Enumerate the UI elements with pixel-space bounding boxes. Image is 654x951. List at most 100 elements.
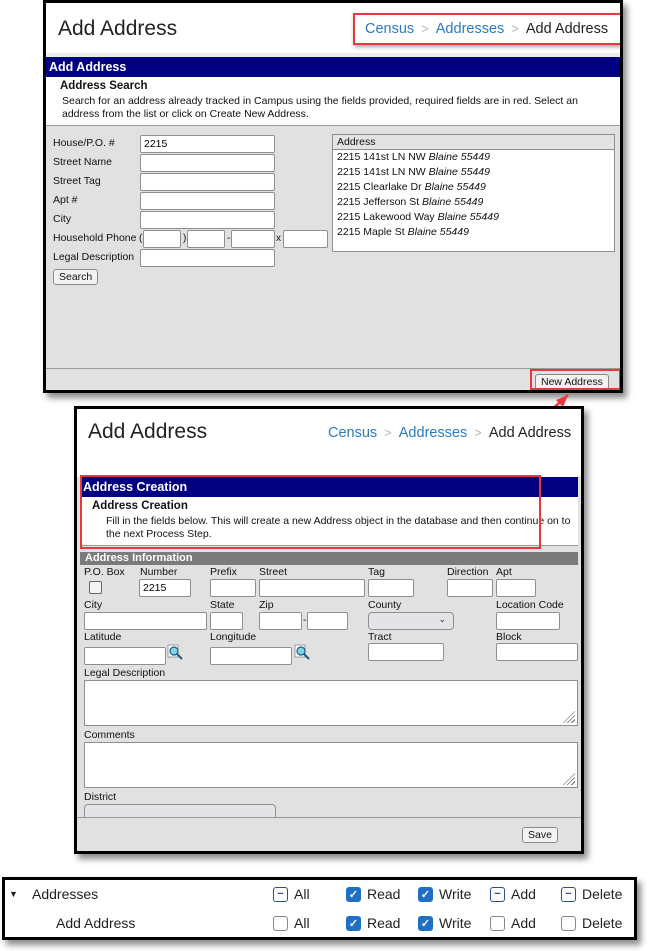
page-header: Add Address Census > Addresses > Add Address <box>46 3 620 57</box>
apt-row: Apt # <box>53 192 323 211</box>
address-search-panel: Add Address Census > Addresses > Add Address… <box>43 0 623 393</box>
prefix-label: Prefix <box>210 566 237 578</box>
house-number-row: House/P.O. # <box>53 135 323 154</box>
location-code-label: Location Code <box>496 599 564 611</box>
search-button[interactable]: Search <box>53 269 99 285</box>
location-code-input[interactable] <box>496 612 560 630</box>
tag-input[interactable] <box>368 579 414 597</box>
street-label: Street <box>259 566 288 578</box>
checked-checkbox-icon[interactable]: ✓ <box>418 886 433 902</box>
breadcrumb-current: Add Address <box>525 21 609 37</box>
house-number-input[interactable] <box>140 135 275 153</box>
breadcrumb-addresses[interactable]: Addresses <box>399 425 468 441</box>
expand-triangle-icon[interactable]: ▼ <box>9 889 18 899</box>
permission-delete[interactable]: Delete <box>561 915 622 931</box>
permission-add[interactable]: Add <box>490 915 536 931</box>
apt-label: Apt # <box>53 194 78 206</box>
phone-ext-input[interactable] <box>283 230 328 248</box>
street-name-input[interactable] <box>140 154 275 172</box>
breadcrumb-census[interactable]: Census <box>328 425 377 441</box>
breadcrumb-census[interactable]: Census <box>365 21 414 37</box>
breadcrumb-addresses[interactable]: Addresses <box>436 21 505 37</box>
street-name-row: Street Name <box>53 154 323 173</box>
permission-read[interactable]: ✓ Read <box>346 886 400 902</box>
prefix-input[interactable] <box>210 579 256 597</box>
permission-all[interactable]: All <box>273 915 310 931</box>
apt-label: Apt <box>496 566 512 578</box>
permission-write[interactable]: ✓ Write <box>418 915 471 931</box>
state-input[interactable] <box>210 612 243 630</box>
legal-description-input[interactable] <box>140 249 275 267</box>
po-box-checkbox[interactable] <box>89 581 102 594</box>
magnifier-icon[interactable] <box>294 644 310 660</box>
street-tag-label: Street Tag <box>53 175 101 187</box>
house-number-label: House/P.O. # <box>53 137 115 149</box>
city-input[interactable] <box>140 211 275 229</box>
phone-area-input[interactable] <box>143 230 181 248</box>
address-result-item[interactable]: 2215 Lakewood Way Blaine 55449 <box>333 210 614 225</box>
permission-delete[interactable]: − Delete <box>561 886 622 902</box>
street-tag-row: Street Tag <box>53 173 323 192</box>
address-result-item[interactable]: 2215 141st LN NW Blaine 55449 <box>333 150 614 165</box>
address-result-item[interactable]: 2215 Jefferson St Blaine 55449 <box>333 195 614 210</box>
save-button[interactable]: Save <box>522 827 558 843</box>
highlight-box <box>530 369 620 390</box>
permission-write[interactable]: ✓ Write <box>418 886 471 902</box>
permission-row-add-address: Add Address All ✓ Read ✓ Write Add Delete <box>5 909 634 937</box>
section-title: Address Search <box>60 80 148 92</box>
legal-description-row: Legal Description <box>53 249 323 268</box>
street-input[interactable] <box>259 579 365 597</box>
checked-checkbox-icon[interactable]: ✓ <box>346 915 361 931</box>
partial-checkbox-icon[interactable]: − <box>490 886 505 902</box>
address-results-list: Address 2215 141st LN NW Blaine 55449 22… <box>332 134 615 252</box>
zip-ext-input[interactable] <box>307 612 348 630</box>
permission-read[interactable]: ✓ Read <box>346 915 400 931</box>
empty-checkbox-icon[interactable] <box>273 915 288 931</box>
city-label: City <box>53 213 72 225</box>
phone-dash: - <box>227 233 231 244</box>
city-label: City <box>84 599 103 611</box>
permission-add[interactable]: − Add <box>490 886 536 902</box>
legal-description-textarea[interactable] <box>84 680 578 726</box>
phone-line-input[interactable] <box>231 230 275 248</box>
zip-input[interactable] <box>259 612 302 630</box>
address-result-item[interactable]: 2215 141st LN NW Blaine 55449 <box>333 165 614 180</box>
empty-checkbox-icon[interactable] <box>561 915 576 931</box>
direction-label: Direction <box>447 566 489 578</box>
magnifier-icon[interactable] <box>167 644 183 660</box>
tract-input[interactable] <box>368 643 444 661</box>
latitude-input[interactable] <box>84 647 166 665</box>
city-row: City <box>53 211 323 230</box>
block-input[interactable] <box>496 643 578 661</box>
chevron-down-icon: ⌄ <box>438 614 446 624</box>
checked-checkbox-icon[interactable]: ✓ <box>346 886 361 902</box>
district-select[interactable] <box>84 804 276 818</box>
district-label: District <box>84 791 117 803</box>
phone-prefix-input[interactable] <box>187 230 225 248</box>
address-creation-panel: Add Address Census > Addresses > Add Address… <box>74 406 584 854</box>
address-result-item[interactable]: 2215 Maple St Blaine 55449 <box>333 225 614 240</box>
apt-input[interactable] <box>496 579 536 597</box>
address-result-item[interactable]: 2215 Clearlake Dr Blaine 55449 <box>333 180 614 195</box>
chevron-right-icon: > <box>511 21 519 36</box>
partial-checkbox-icon[interactable]: − <box>273 886 288 902</box>
section-header: Address Search Search for an address alr… <box>46 77 620 126</box>
empty-checkbox-icon[interactable] <box>490 915 505 931</box>
county-select[interactable]: ⌄ <box>368 612 454 630</box>
resize-grip-icon[interactable] <box>563 773 575 785</box>
longitude-input[interactable] <box>210 647 292 665</box>
number-input[interactable] <box>139 579 191 597</box>
permission-all[interactable]: − All <box>273 886 310 902</box>
chevron-right-icon: > <box>474 425 482 440</box>
legal-description-label: Legal Description <box>84 667 166 679</box>
street-tag-input[interactable] <box>140 173 275 191</box>
partial-checkbox-icon[interactable]: − <box>561 886 576 902</box>
comments-textarea[interactable] <box>84 742 578 788</box>
apt-input[interactable] <box>140 192 275 210</box>
longitude-label: Longitude <box>210 631 257 643</box>
direction-input[interactable] <box>447 579 493 597</box>
resize-grip-icon[interactable] <box>563 711 575 723</box>
checked-checkbox-icon[interactable]: ✓ <box>418 915 433 931</box>
city-input[interactable] <box>84 612 207 630</box>
comments-label: Comments <box>84 729 135 741</box>
